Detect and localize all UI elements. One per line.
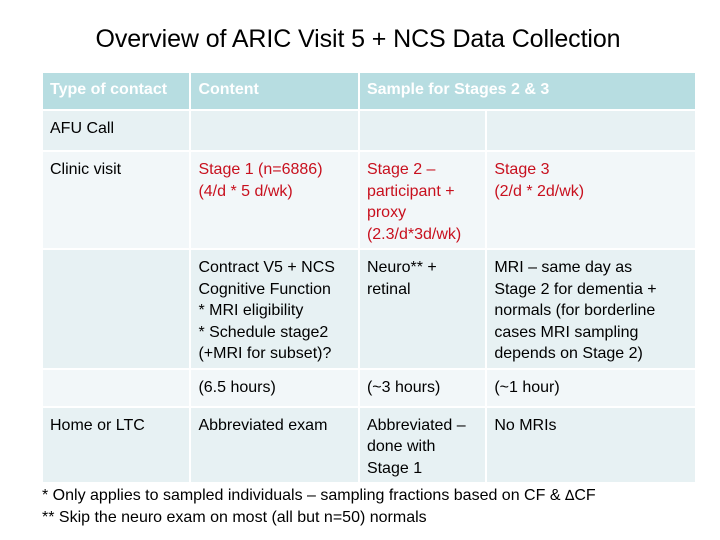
stage2-line: Stage 1 <box>366 459 423 477</box>
stage3-rate: (2/d * 2d/wk) <box>494 182 585 200</box>
delta-symbol: ∆ <box>564 488 575 504</box>
stage2-rate: (2.3/d*3d/wk) <box>366 225 462 243</box>
cell-content: (6.5 hours) <box>191 369 358 406</box>
cell-content <box>191 111 358 150</box>
stage2-line: Abbreviated – <box>366 416 466 434</box>
stage2-line: Neuro** + <box>366 259 437 276</box>
stage1-label: Stage 1 (n=6886) <box>198 161 323 178</box>
cell-stage2: (~3 hours) <box>359 369 486 406</box>
cell-stage3: (~1 hour) <box>487 369 695 406</box>
header-sample-stages: Sample for Stages 2 & 3 <box>359 73 695 109</box>
stage2-line: retinal <box>366 280 411 298</box>
footnotes: * Only applies to sampled individuals – … <box>42 485 596 529</box>
cell-stage1: Stage 1 (n=6886) (4/d * 5 d/wk) <box>191 152 358 248</box>
cell-type: AFU Call <box>43 111 190 150</box>
stage3-line: MRI – same day as <box>494 259 633 276</box>
footnote-1: * Only applies to sampled individuals – … <box>42 485 596 507</box>
content-line: * Schedule stage2 <box>198 323 329 341</box>
cell-content: Contract V5 + NCS Cognitive Function * M… <box>191 250 358 368</box>
content-line: (+MRI for subset)? <box>198 345 332 362</box>
stage3-line: normals (for borderline <box>494 302 656 319</box>
cell-stage3: MRI – same day as Stage 2 for dementia +… <box>487 250 695 368</box>
cell-type <box>43 250 190 368</box>
content-line: Contract V5 + NCS <box>198 259 335 276</box>
stage1-rate: (4/d * 5 d/wk) <box>198 182 293 200</box>
stage3-line: Stage 2 for dementia + <box>494 280 657 298</box>
footnote-1-text: * Only applies to sampled individuals – … <box>42 487 565 504</box>
table-row-clinic-visit: Clinic visit Stage 1 (n=6886) (4/d * 5 d… <box>43 152 695 248</box>
stage3-label: Stage 3 <box>494 161 550 178</box>
header-content: Content <box>191 73 358 109</box>
content-line: Cognitive Function <box>198 280 331 298</box>
cell-stage2: Abbreviated – done with Stage 1 <box>359 407 486 482</box>
stage2-label: Stage 2 – <box>366 161 436 178</box>
table-header-row: Type of contact Content Sample for Stage… <box>43 73 695 109</box>
cell-stage2: Neuro** + retinal <box>359 250 486 368</box>
stage3-line: cases MRI sampling <box>494 323 639 341</box>
slide-title: Overview of ARIC Visit 5 + NCS Data Coll… <box>95 25 621 53</box>
table-row-hours: (6.5 hours) (~3 hours) (~1 hour) <box>43 369 695 406</box>
content-line: * MRI eligibility <box>198 302 304 319</box>
cell-stage3: Stage 3 (2/d * 2d/wk) <box>487 152 695 248</box>
cell-type <box>43 369 190 406</box>
stage2-desc: participant + <box>366 182 455 200</box>
cell-stage2 <box>359 111 486 150</box>
header-type-of-contact: Type of contact <box>43 73 190 109</box>
cell-type: Clinic visit <box>43 152 190 248</box>
stage2-desc: proxy <box>366 204 407 221</box>
table-row-afu-call: AFU Call <box>43 111 695 150</box>
stage2-line: done with <box>366 438 436 455</box>
cell-stage3 <box>487 111 695 150</box>
footnote-2: ** Skip the neuro exam on most (all but … <box>42 509 427 526</box>
cell-stage2: Stage 2 – participant + proxy (2.3/d*3d/… <box>359 152 486 248</box>
cell-stage3: No MRIs <box>487 407 695 482</box>
stage3-line: depends on Stage 2) <box>494 345 643 362</box>
cell-type: Home or LTC <box>43 407 190 482</box>
table-row-contract: Contract V5 + NCS Cognitive Function * M… <box>43 250 695 368</box>
table-row-home-ltc: Home or LTC Abbreviated exam Abbreviated… <box>43 407 695 482</box>
data-collection-table: Type of contact Content Sample for Stage… <box>41 71 697 484</box>
cell-content: Abbreviated exam <box>191 407 358 482</box>
footnote-1-suffix: CF <box>574 487 596 504</box>
